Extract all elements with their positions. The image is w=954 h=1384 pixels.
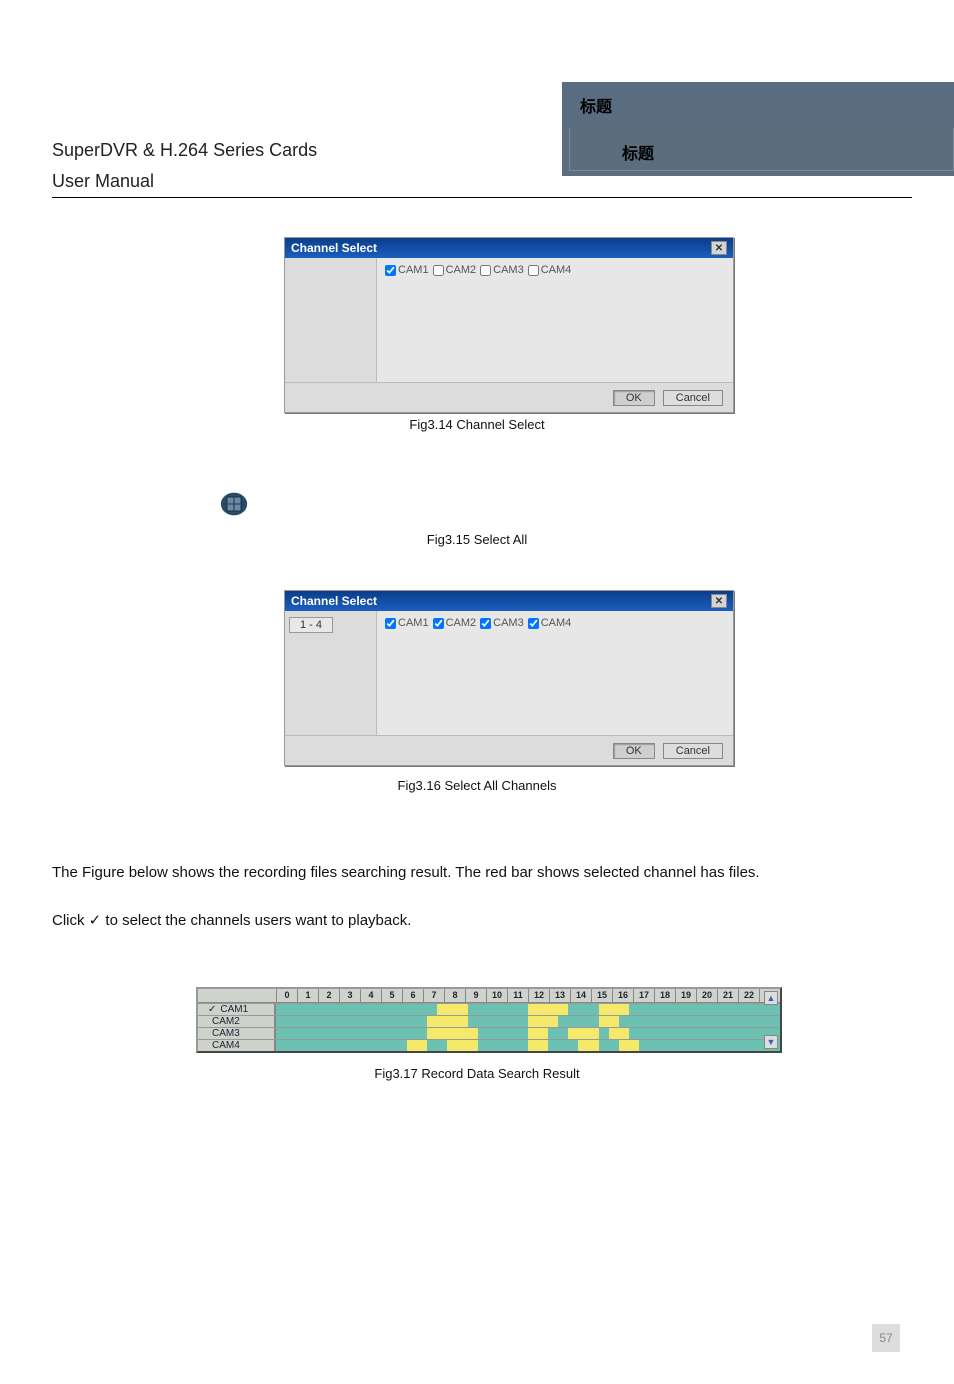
cam-label[interactable]: CAM4 bbox=[198, 1040, 276, 1051]
cam-label[interactable]: ✓CAM1 bbox=[198, 1004, 276, 1015]
hour-column: 17 bbox=[633, 989, 654, 1002]
hour-column: 18 bbox=[654, 989, 675, 1002]
timeline-bar[interactable] bbox=[276, 1004, 780, 1015]
timeline-bar[interactable] bbox=[276, 1016, 780, 1027]
dialog2-title: Channel Select bbox=[291, 594, 377, 608]
hour-column: 19 bbox=[675, 989, 696, 1002]
dialog1-sidebar bbox=[285, 258, 377, 382]
figure-caption-4: Fig3.17 Record Data Search Result bbox=[197, 1066, 757, 1081]
doc-subtitle: User Manual bbox=[52, 171, 317, 192]
hour-column: 12 bbox=[528, 989, 549, 1002]
cancel-button[interactable]: Cancel bbox=[663, 390, 723, 406]
timeline-bar[interactable] bbox=[276, 1040, 780, 1051]
timeline-row: CAM4 bbox=[198, 1039, 780, 1051]
scroll-up-icon[interactable]: ▲ bbox=[764, 991, 778, 1005]
hour-column: 11 bbox=[507, 989, 528, 1002]
hour-column: 22 bbox=[738, 989, 759, 1002]
channel-select-dialog-1: Channel Select ✕ CAM1 CAM2 CAM3 CAM4 OK … bbox=[284, 237, 734, 413]
hour-column: 6 bbox=[402, 989, 423, 1002]
hour-column: 16 bbox=[612, 989, 633, 1002]
cam-label[interactable]: CAM2 bbox=[198, 1016, 276, 1027]
timeline-row: CAM2 bbox=[198, 1015, 780, 1027]
cam4-checkbox[interactable]: CAM4 bbox=[528, 617, 572, 629]
cam3-checkbox[interactable]: CAM3 bbox=[480, 264, 524, 276]
hour-column: 13 bbox=[549, 989, 570, 1002]
channel-select-dialog-2: Channel Select ✕ 1 - 4 CAM1 CAM2 CAM3 CA… bbox=[284, 590, 734, 766]
page-number: 57 bbox=[872, 1324, 900, 1352]
hour-column: 4 bbox=[360, 989, 381, 1002]
cam3-checkbox[interactable]: CAM3 bbox=[480, 617, 524, 629]
cam2-checkbox[interactable]: CAM2 bbox=[433, 264, 477, 276]
doc-title: SuperDVR & H.264 Series Cards bbox=[52, 140, 317, 161]
hour-column: 21 bbox=[717, 989, 738, 1002]
hour-column: 10 bbox=[486, 989, 507, 1002]
hour-column: 0 bbox=[276, 989, 297, 1002]
figure-caption-1: Fig3.14 Channel Select bbox=[197, 417, 757, 432]
ok-button[interactable]: OK bbox=[613, 390, 655, 406]
divider bbox=[52, 197, 912, 198]
dialog2-sidebar: 1 - 4 bbox=[285, 611, 377, 735]
scroll-down-icon[interactable]: ▼ bbox=[764, 1035, 778, 1049]
cam1-checkbox[interactable]: CAM1 bbox=[385, 617, 429, 629]
timeline-row: ✓CAM1 bbox=[198, 1003, 780, 1015]
cancel-button[interactable]: Cancel bbox=[663, 743, 723, 759]
hour-column: 2 bbox=[318, 989, 339, 1002]
record-timeline-panel: 01234567891011121314151617181920212223 ✓… bbox=[196, 987, 782, 1053]
cam1-checkbox[interactable]: CAM1 bbox=[385, 264, 429, 276]
timeline-row: CAM3 bbox=[198, 1027, 780, 1039]
dialog1-title: Channel Select bbox=[291, 241, 377, 255]
timeline-bar[interactable] bbox=[276, 1028, 780, 1039]
hour-column: 5 bbox=[381, 989, 402, 1002]
hour-column: 20 bbox=[696, 989, 717, 1002]
hour-column: 8 bbox=[444, 989, 465, 1002]
cam-label[interactable]: CAM3 bbox=[198, 1028, 276, 1039]
hour-column: 3 bbox=[339, 989, 360, 1002]
hour-column: 7 bbox=[423, 989, 444, 1002]
paragraph-1: The Figure below shows the recording fil… bbox=[52, 862, 902, 884]
close-icon[interactable]: ✕ bbox=[711, 241, 727, 255]
header-badge-1: 标题 bbox=[580, 93, 612, 117]
paragraph-2: Click ✓ to select the channels users wan… bbox=[52, 910, 902, 932]
hour-column: 15 bbox=[591, 989, 612, 1002]
tab-1-4[interactable]: 1 - 4 bbox=[289, 617, 333, 633]
ok-button[interactable]: OK bbox=[613, 743, 655, 759]
figure-caption-icon: Fig3.15 Select All bbox=[197, 532, 757, 547]
hour-column: 1 bbox=[297, 989, 318, 1002]
select-all-icon[interactable] bbox=[220, 490, 248, 518]
cam4-checkbox[interactable]: CAM4 bbox=[528, 264, 572, 276]
cam2-checkbox[interactable]: CAM2 bbox=[433, 617, 477, 629]
hour-column: 14 bbox=[570, 989, 591, 1002]
figure-caption-3: Fig3.16 Select All Channels bbox=[197, 778, 757, 793]
close-icon[interactable]: ✕ bbox=[711, 594, 727, 608]
hour-column: 9 bbox=[465, 989, 486, 1002]
